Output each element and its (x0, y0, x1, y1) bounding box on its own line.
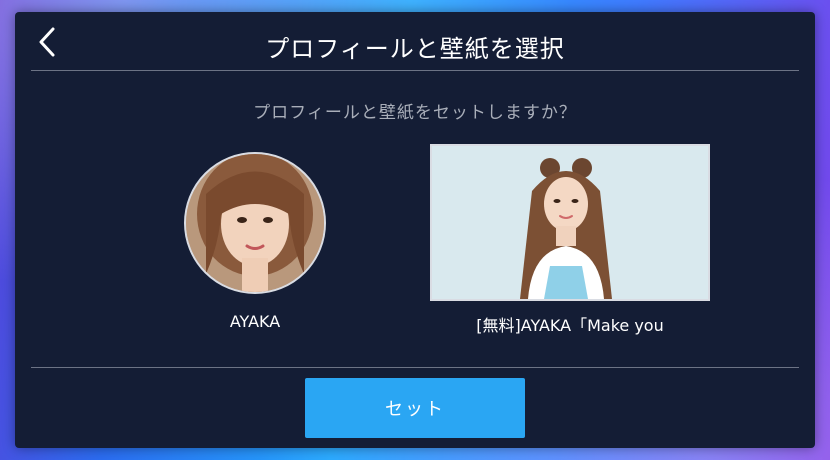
page-title: プロフィールと壁紙を選択 (265, 35, 565, 63)
profile-avatar (184, 152, 326, 294)
wallpaper-image (432, 146, 708, 299)
wallpaper-name: [無料]AYAKA「Make you (476, 316, 664, 335)
select-dialog: プロフィールと壁紙を選択 プロフィールと壁紙をセットしますか？ AYAKA [無… (15, 12, 815, 448)
set-button[interactable]: セット (305, 378, 525, 438)
confirm-question: プロフィールと壁紙をセットしますか？ (253, 103, 577, 123)
header-divider (31, 70, 799, 71)
profile-portrait-image (186, 154, 324, 292)
dialog-header: プロフィールと壁紙を選択 (15, 12, 815, 70)
wallpaper-preview (430, 144, 710, 301)
profile-name: AYAKA (229, 312, 281, 331)
footer-divider (31, 367, 799, 368)
